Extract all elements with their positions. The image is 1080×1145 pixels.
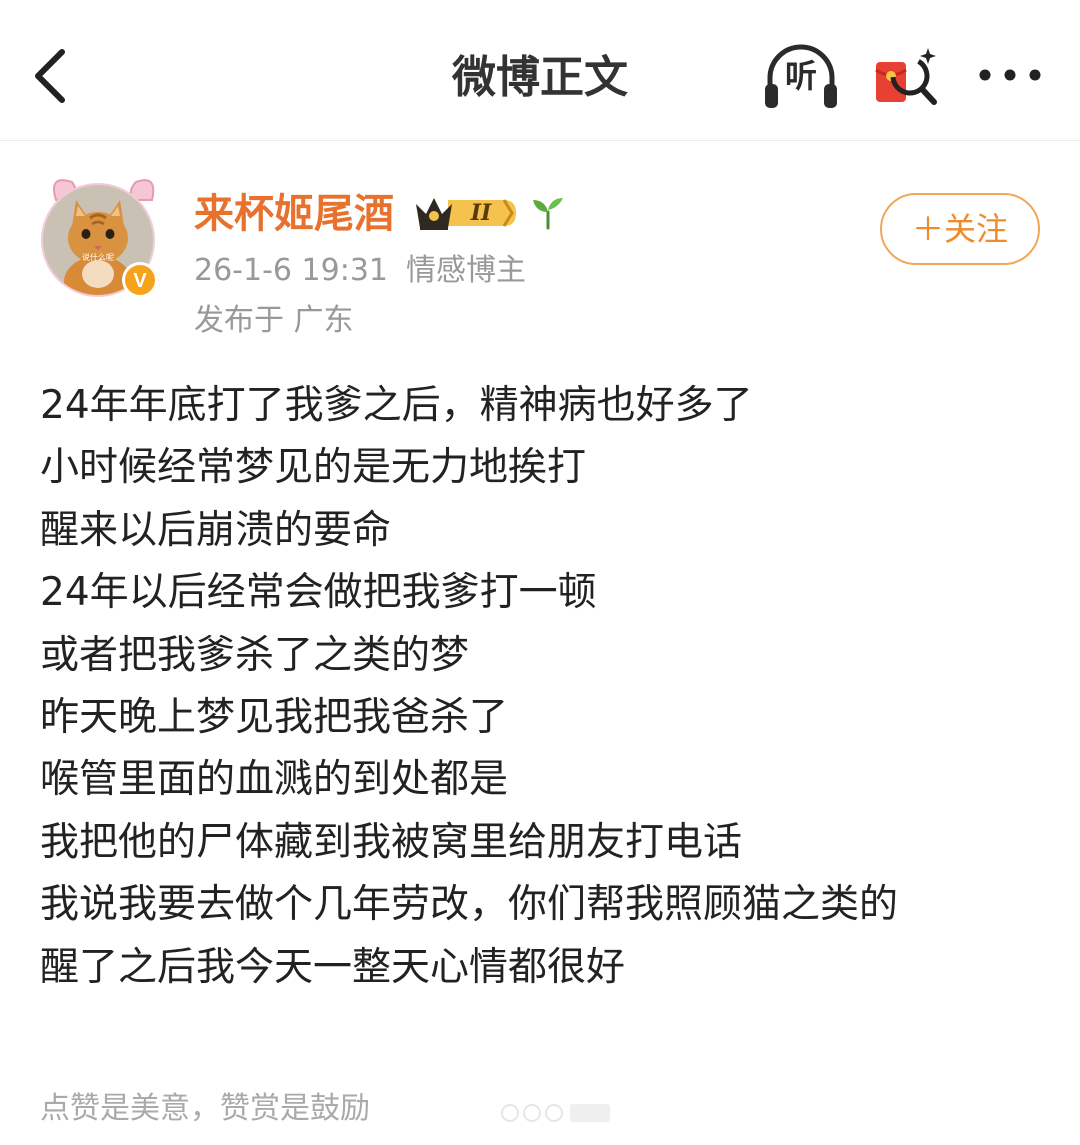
follow-button[interactable]: ＋关注	[880, 193, 1040, 265]
author-tag: 情感博主	[406, 253, 526, 288]
verified-v-icon: V	[133, 270, 147, 292]
author-avatar[interactable]: 说什么呢 V	[38, 170, 168, 300]
post-text-line: 昨天晚上梦见我把我爸杀了	[40, 694, 509, 740]
post-text-line: 我说我要去做个几年劳改，你们帮我照顾猫之类的	[40, 882, 899, 928]
weibo-post-screen: 微博正文 听 说什么呢 V 来杯姬尾酒 II 26-1-6 19:31 情感博主…	[0, 0, 1080, 1145]
chevron-left-icon	[35, 49, 65, 103]
red-packet-search-icon	[875, 48, 937, 105]
top-navbar: 微博正文 听	[0, 0, 1080, 141]
author-name[interactable]: 来杯姬尾酒	[194, 188, 394, 240]
vip-level-text: II	[470, 200, 492, 226]
listen-button[interactable]: 听	[762, 44, 840, 110]
post-location: 发布于 广东	[194, 303, 354, 338]
sprout-icon	[528, 194, 568, 230]
post-text-line: 我把他的尸体藏到我被窝里给朋友打电话	[40, 819, 743, 865]
avatar-caption-text: 说什么呢	[82, 252, 114, 262]
more-button[interactable]	[975, 55, 1045, 95]
avatar-image: 说什么呢 V	[41, 179, 158, 298]
post-text-line: 24年年底打了我爹之后，精神病也好多了	[40, 383, 753, 428]
reward-prompt: 点赞是美意，赞赏是鼓励	[40, 1091, 370, 1126]
post-text-line: 喉管里面的血溅的到处都是	[40, 757, 509, 803]
post-meta: 26-1-6 19:31 情感博主	[194, 250, 544, 292]
back-button[interactable]	[22, 40, 82, 112]
red-packet-button[interactable]	[870, 42, 942, 114]
post-text-line: 或者把我爹杀了之类的梦	[40, 632, 470, 678]
post-text-line: 醒了之后我今天一整天心情都很好	[40, 944, 626, 990]
vip-level-badge[interactable]: II	[412, 190, 520, 236]
post-content: 24年年底打了我爹之后，精神病也好多了 小时候经常梦见的是无力地挨打 醒来以后崩…	[40, 375, 1050, 999]
post-timestamp: 26-1-6 19:31	[194, 253, 388, 288]
post-text-line: 24年以后经常会做把我爹打一顿	[40, 570, 597, 616]
listen-label: 听	[784, 57, 817, 95]
post-text-line: 小时候经常梦见的是无力地挨打	[40, 445, 587, 491]
post-text-line: 醒来以后崩溃的要命	[40, 507, 392, 553]
more-dots-icon	[979, 69, 1041, 81]
watermark-logo	[500, 1098, 620, 1128]
